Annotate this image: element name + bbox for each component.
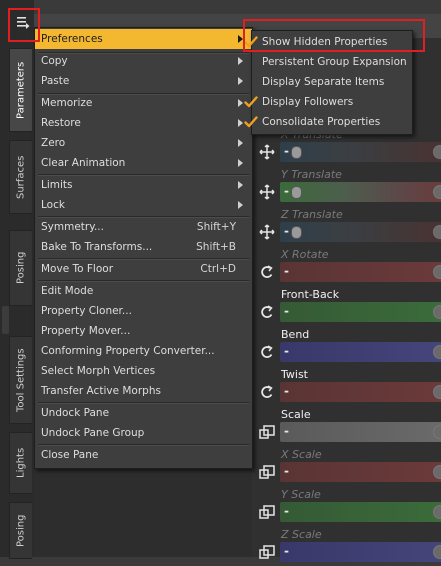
parameter-slider[interactable]: - (280, 502, 441, 522)
translate-icon (256, 182, 278, 202)
parameter-slider[interactable]: - (280, 222, 441, 242)
shortcut-text: Ctrl+D (200, 263, 236, 275)
parameter-row-scale: Scale - (252, 406, 441, 446)
pane-context-menu: Preferences Copy Paste Memorize Restore … (34, 27, 253, 469)
menu-item-symmetry[interactable]: Symmetry... Shift+Y (35, 217, 252, 237)
tab-surfaces[interactable]: Surfaces (9, 140, 32, 214)
parameter-label: X Rotate (281, 248, 329, 261)
submenu-item-display-followers[interactable]: Display Followers (244, 92, 412, 112)
menu-item-property-cloner[interactable]: Property Cloner... (35, 301, 252, 321)
parameter-slider[interactable]: - (280, 302, 441, 322)
translate-icon (256, 222, 278, 242)
side-tab-strip: Parameters Surfaces Posing Tool Settings… (0, 0, 34, 559)
shortcut-text: Shift+Y (196, 221, 236, 233)
menu-item-copy[interactable]: Copy (35, 51, 252, 71)
rotate-icon (256, 302, 278, 322)
parameter-slider[interactable]: - (280, 182, 441, 202)
menu-item-limits[interactable]: Limits (35, 175, 252, 195)
parameter-label: Front-Back (281, 288, 340, 301)
rotate-icon (256, 262, 278, 282)
menu-item-preferences[interactable]: Preferences (35, 29, 252, 49)
collapse-handle[interactable] (2, 306, 9, 334)
scale-icon (256, 542, 278, 562)
slider-knob[interactable] (291, 226, 302, 239)
parameter-label: Z Translate (281, 208, 343, 221)
menu-item-undock-pane-group[interactable]: Undock Pane Group (35, 423, 252, 443)
slider-knob[interactable] (291, 146, 302, 159)
tab-tool-settings[interactable]: Tool Settings (9, 336, 32, 424)
parameter-label: X Scale (281, 448, 322, 461)
menu-item-zero[interactable]: Zero (35, 133, 252, 153)
menu-item-move-to-floor[interactable]: Move To Floor Ctrl+D (35, 259, 252, 279)
checkmark-icon (244, 35, 258, 49)
menu-item-close-pane[interactable]: Close Pane (35, 445, 252, 465)
submenu-arrow-icon (238, 139, 243, 147)
parameter-row-x-rotate: X Rotate - (252, 246, 441, 286)
scale-icon (256, 422, 278, 442)
submenu-arrow-icon (238, 35, 243, 43)
scale-icon (256, 462, 278, 482)
tab-parameters[interactable]: Parameters (9, 48, 32, 132)
menu-item-undock-pane[interactable]: Undock Pane (35, 403, 252, 423)
shortcut-text: Shift+B (196, 241, 236, 253)
parameter-label: Y Scale (281, 488, 321, 501)
parameter-row-z-translate: Z Translate - (252, 206, 441, 246)
parameter-label: Bend (281, 328, 310, 341)
parameter-label: Scale (281, 408, 311, 421)
submenu-arrow-icon (238, 57, 243, 65)
menu-item-property-mover[interactable]: Property Mover... (35, 321, 252, 341)
parameter-row-y-translate: Y Translate - (252, 166, 441, 206)
parameter-label: Twist (281, 368, 308, 381)
parameter-label: Y Translate (281, 168, 342, 181)
menu-item-lock[interactable]: Lock (35, 195, 252, 215)
menu-item-bake-to-transforms[interactable]: Bake To Transforms... Shift+B (35, 237, 252, 257)
tab-posing-2[interactable]: Posing (9, 502, 32, 559)
submenu-item-show-hidden-properties[interactable]: Show Hidden Properties (244, 32, 412, 52)
submenu-item-consolidate-properties[interactable]: Consolidate Properties (244, 112, 412, 132)
parameter-row-twist: Twist - (252, 366, 441, 406)
menu-item-paste[interactable]: Paste (35, 71, 252, 91)
submenu-item-display-separate-items[interactable]: Display Separate Items (252, 72, 412, 92)
translate-icon (256, 142, 278, 162)
parameter-row-bend: Bend - (252, 326, 441, 366)
slider-knob[interactable] (291, 186, 302, 199)
parameter-slider[interactable]: - (280, 382, 441, 402)
tab-posing[interactable]: Posing (9, 230, 32, 306)
checkmark-icon (244, 115, 258, 129)
parameter-slider[interactable]: - (280, 142, 441, 162)
scale-icon (256, 502, 278, 522)
pane-options-button[interactable] (12, 12, 34, 32)
preferences-submenu: Show Hidden Properties Persistent Group … (244, 30, 413, 135)
rotate-icon (256, 382, 278, 402)
parameter-slider[interactable]: - (280, 262, 441, 282)
parameter-row-x-scale: X Scale - (252, 446, 441, 486)
checkmark-icon (244, 95, 258, 109)
tab-lights[interactable]: Lights (9, 432, 32, 494)
parameter-row-y-scale: Y Scale - (252, 486, 441, 526)
menu-item-edit-mode[interactable]: Edit Mode (35, 281, 252, 301)
pane-options-icon (16, 15, 30, 29)
menu-item-transfer-active-morphs[interactable]: Transfer Active Morphs (35, 381, 252, 401)
menu-item-memorize[interactable]: Memorize (35, 93, 252, 113)
menu-item-clear-animation[interactable]: Clear Animation (35, 153, 252, 173)
submenu-item-persistent-group-expansion[interactable]: Persistent Group Expansion (252, 52, 412, 72)
submenu-arrow-icon (238, 201, 243, 209)
parameter-slider[interactable]: - (280, 542, 441, 562)
submenu-arrow-icon (238, 119, 243, 127)
parameter-slider[interactable]: - (280, 342, 441, 362)
parameter-label: Z Scale (281, 528, 322, 541)
submenu-arrow-icon (238, 99, 243, 107)
menu-item-conforming-property-converter[interactable]: Conforming Property Converter... (35, 341, 252, 361)
parameter-row-front-back: Front-Back - (252, 286, 441, 326)
submenu-arrow-icon (238, 159, 243, 167)
parameter-slider[interactable]: - (280, 422, 441, 442)
submenu-arrow-icon (238, 181, 243, 189)
parameter-row-z-scale: Z Scale - (252, 526, 441, 566)
parameter-slider[interactable]: - (280, 462, 441, 482)
menu-item-restore[interactable]: Restore (35, 113, 252, 133)
submenu-arrow-icon (238, 77, 243, 85)
menu-item-select-morph-vertices[interactable]: Select Morph Vertices (35, 361, 252, 381)
rotate-icon (256, 342, 278, 362)
